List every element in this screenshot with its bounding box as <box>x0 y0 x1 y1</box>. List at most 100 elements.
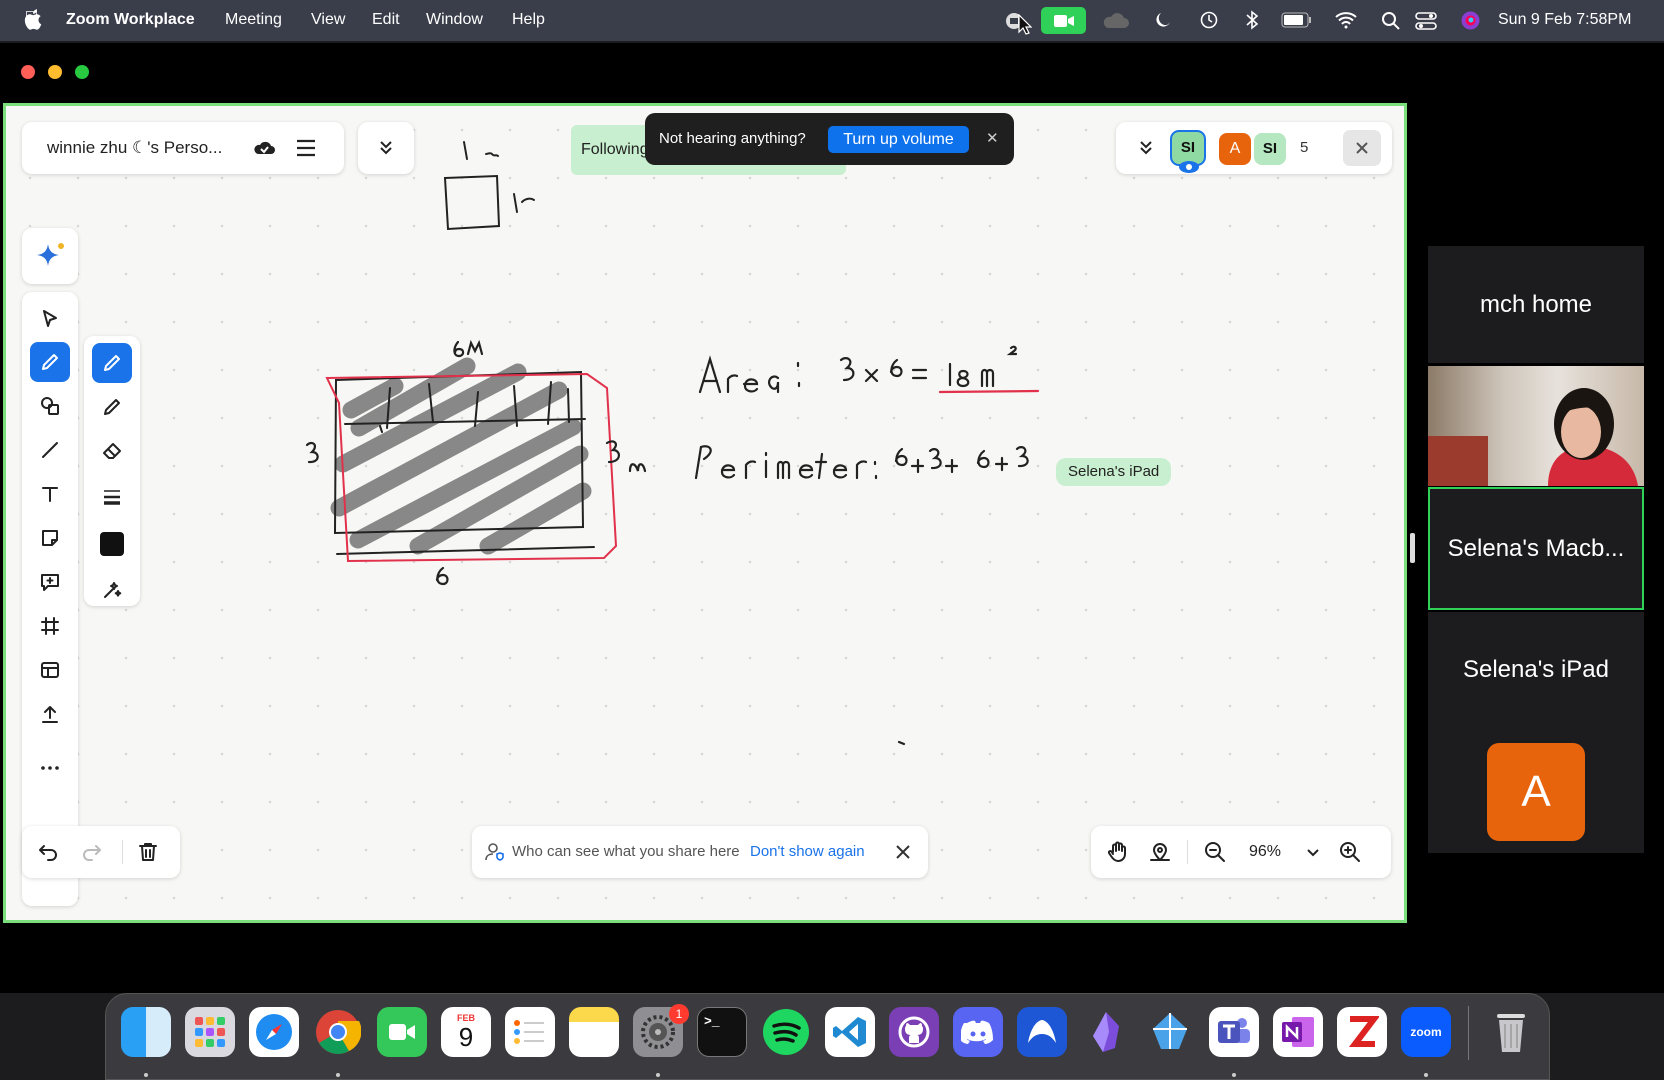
onenote-icon[interactable] <box>1273 1007 1323 1057</box>
bluetooth-icon[interactable] <box>1245 9 1259 31</box>
video-tile-selenas-macbook[interactable]: Selena's Macb... <box>1428 487 1644 610</box>
video-tile-a[interactable]: A <box>1428 728 1644 853</box>
menu-help[interactable]: Help <box>512 11 545 29</box>
zoom-app-icon[interactable]: zoom <box>1401 1007 1451 1057</box>
history-bar <box>22 826 180 878</box>
chevrons-down-icon[interactable] <box>1136 138 1156 158</box>
avatar-a[interactable]: A <box>1219 133 1251 165</box>
frame-tool[interactable] <box>30 606 70 646</box>
pencil-option[interactable] <box>92 387 132 427</box>
pen-option[interactable] <box>92 343 132 383</box>
shapes-tool[interactable] <box>30 386 70 426</box>
apple-logo-icon[interactable] <box>24 9 42 30</box>
zoom-in-icon[interactable] <box>1338 840 1362 864</box>
participant-photo <box>1428 388 1638 486</box>
templates-tool[interactable] <box>30 650 70 690</box>
wifi-icon[interactable] <box>1334 11 1358 29</box>
magic-pen-option[interactable] <box>92 570 132 610</box>
obsidian-icon[interactable] <box>1081 1007 1131 1057</box>
upload-tool[interactable] <box>30 694 70 734</box>
trash-can-icon[interactable] <box>1486 1007 1536 1057</box>
siri-icon[interactable] <box>1460 10 1481 31</box>
control-center-icon[interactable] <box>1415 11 1437 31</box>
zoom-window-button[interactable] <box>75 65 89 79</box>
select-tool[interactable] <box>30 299 70 339</box>
menu-bar:  Zoom Workplace Meeting View Edit Windo… <box>0 0 1664 41</box>
minimize-window-button[interactable] <box>48 65 62 79</box>
notes-icon[interactable] <box>569 1007 619 1057</box>
time-machine-icon[interactable] <box>1199 10 1219 30</box>
text-tool[interactable] <box>30 474 70 514</box>
participant-video-feed[interactable] <box>1428 366 1644 486</box>
dont-show-again-link[interactable]: Don't show again <box>750 843 865 860</box>
avatar-si[interactable]: SI <box>1254 133 1286 165</box>
tool-rail <box>22 292 78 906</box>
menu-meeting[interactable]: Meeting <box>225 11 282 29</box>
teams-icon[interactable] <box>1209 1007 1259 1057</box>
video-tile-selenas-ipad[interactable]: Selena's iPad <box>1428 612 1644 728</box>
reminders-icon[interactable] <box>505 1007 555 1057</box>
cloud-icon[interactable] <box>1100 12 1130 30</box>
app-menu-zoom-workplace[interactable]: Zoom Workplace <box>66 11 195 29</box>
comment-tool[interactable] <box>30 562 70 602</box>
pencil-icon <box>42 354 58 370</box>
color-swatch <box>100 532 124 556</box>
board-title[interactable]: winnie zhu ☾'s Perso... <box>47 138 222 158</box>
more-tools[interactable] <box>30 748 70 788</box>
menu-window[interactable]: Window <box>426 11 483 29</box>
menubar-clock[interactable]: Sun 9 Feb 7:58PM <box>1498 11 1631 29</box>
avatar-a-large: A <box>1487 743 1585 841</box>
github-desktop-icon[interactable] <box>889 1007 939 1057</box>
zoom-level[interactable]: 96% <box>1249 843 1281 861</box>
sticky-note-tool[interactable] <box>30 518 70 558</box>
vscode-icon[interactable] <box>825 1007 875 1057</box>
remote-cursor-label: Selena's iPad <box>1056 458 1172 486</box>
menu-icon[interactable] <box>295 137 317 159</box>
discord-icon[interactable] <box>953 1007 1003 1057</box>
facetime-icon[interactable] <box>377 1007 427 1057</box>
template-icon <box>41 662 59 678</box>
sparkle-icon <box>37 243 64 266</box>
pen-tool[interactable] <box>30 342 70 382</box>
spotlight-search-icon[interactable] <box>1381 11 1401 31</box>
text-icon <box>42 487 58 502</box>
hand-pan-icon[interactable] <box>1106 840 1130 864</box>
calendar-icon[interactable]: FEB 9 <box>441 1007 491 1057</box>
close-window-button[interactable] <box>21 65 35 79</box>
focus-moon-icon[interactable] <box>1153 10 1173 30</box>
trash-icon[interactable] <box>137 841 159 863</box>
menu-edit[interactable]: Edit <box>372 11 400 29</box>
terminal-icon[interactable]: >_ <box>697 1007 747 1057</box>
video-status-icon[interactable] <box>1041 7 1086 34</box>
battery-icon[interactable] <box>1281 12 1313 28</box>
zoom-out-icon[interactable] <box>1203 840 1227 864</box>
line-tool[interactable] <box>30 430 70 470</box>
stroke-width-option[interactable] <box>92 477 132 517</box>
close-board-button[interactable] <box>1343 130 1381 166</box>
whiteboard-canvas[interactable]: winnie zhu ☾'s Perso... Following Not he… <box>3 103 1407 923</box>
launchpad-icon[interactable] <box>185 1007 235 1057</box>
cloud-save-icon[interactable] <box>252 137 276 159</box>
collapse-toolbar-button[interactable] <box>358 122 414 174</box>
locate-icon[interactable] <box>1148 840 1172 864</box>
finder-icon[interactable] <box>121 1007 171 1057</box>
undo-icon[interactable] <box>38 841 60 863</box>
chevron-down-icon[interactable] <box>1305 844 1321 860</box>
panel-resize-handle[interactable] <box>1410 533 1415 563</box>
redo-icon[interactable] <box>80 841 102 863</box>
toast-close-icon[interactable]: ✕ <box>986 129 999 147</box>
menu-view[interactable]: View <box>311 11 345 29</box>
mountain-duck-icon[interactable] <box>1017 1007 1067 1057</box>
participant-count[interactable]: 5 <box>1300 139 1308 156</box>
perplexity-icon[interactable] <box>1145 1007 1195 1057</box>
zotero-icon[interactable] <box>1337 1007 1387 1057</box>
color-option[interactable] <box>92 524 132 564</box>
eraser-option[interactable] <box>92 431 132 471</box>
safari-icon[interactable] <box>249 1007 299 1057</box>
close-notice-icon[interactable] <box>895 844 911 860</box>
spotify-icon[interactable] <box>761 1007 811 1057</box>
video-tile-mch-home[interactable]: mch home <box>1428 246 1644 363</box>
chrome-icon[interactable] <box>313 1007 363 1057</box>
turn-up-volume-button[interactable]: Turn up volume <box>828 126 969 153</box>
ai-assistant-button[interactable] <box>22 228 78 284</box>
